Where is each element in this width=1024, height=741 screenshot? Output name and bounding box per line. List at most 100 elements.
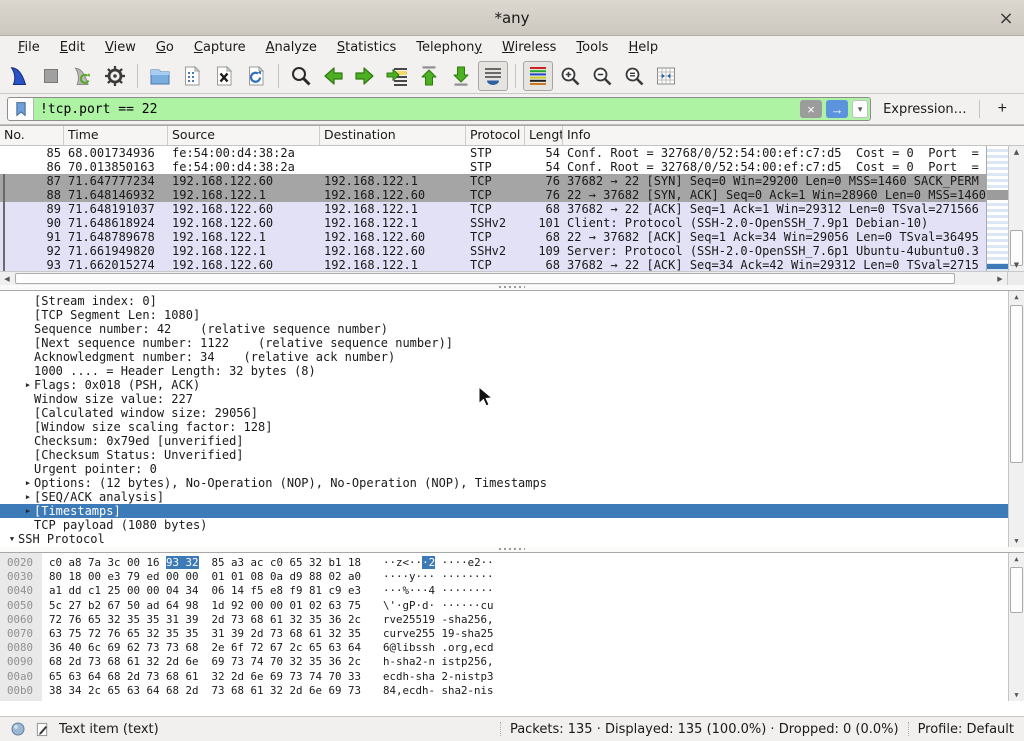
go-first-button[interactable]: [414, 61, 444, 91]
column-header-no[interactable]: No.: [0, 126, 64, 145]
intelligent-scrollbar-minimap[interactable]: [986, 146, 1008, 271]
hex-row[interactable]: 003080 18 00 e3 79 ed 00 00 01 01 08 0a …: [0, 570, 1024, 584]
menu-help[interactable]: Help: [618, 38, 668, 57]
detail-line[interactable]: [Window size scaling factor: 128]: [0, 420, 1024, 434]
scroll-down-arrow[interactable]: ▼: [1009, 689, 1024, 701]
detail-line[interactable]: Sequence number: 42 (relative sequence n…: [0, 322, 1024, 336]
scroll-left-arrow[interactable]: ◀: [0, 272, 14, 285]
find-packet-button[interactable]: [286, 61, 316, 91]
scroll-right-arrow[interactable]: ▶: [993, 272, 1007, 285]
hex-row[interactable]: 00b038 34 2c 65 63 64 68 2d 73 68 61 32 …: [0, 684, 1024, 698]
detail-line[interactable]: [Checksum Status: Unverified]: [0, 448, 1024, 462]
start-capture-button[interactable]: [4, 61, 34, 91]
expand-right-icon[interactable]: ▶: [22, 476, 34, 490]
zoom-in-button[interactable]: [555, 61, 585, 91]
hex-row[interactable]: 007063 75 72 76 65 32 35 35 31 39 2d 73 …: [0, 627, 1024, 641]
detail-line[interactable]: [Calculated window size: 29056]: [0, 406, 1024, 420]
detail-line[interactable]: ▶[Timestamps]: [0, 504, 1024, 518]
packet-row-89[interactable]: 8971.648191037192.168.122.60192.168.122.…: [0, 202, 1024, 216]
scroll-down-arrow[interactable]: ▼: [1009, 259, 1024, 271]
scroll-thumb[interactable]: [1010, 305, 1023, 463]
detail-line[interactable]: [TCP Segment Len: 1080]: [0, 308, 1024, 322]
menu-tools[interactable]: Tools: [566, 38, 618, 57]
close-window-button[interactable]: ×: [995, 7, 1017, 29]
detail-line[interactable]: ▼SSH Protocol: [0, 532, 1024, 546]
expert-info-icon[interactable]: [10, 721, 26, 737]
go-back-button[interactable]: [318, 61, 348, 91]
detail-line[interactable]: ▶Options: (12 bytes), No-Operation (NOP)…: [0, 476, 1024, 490]
menu-edit[interactable]: Edit: [50, 38, 95, 57]
scroll-up-arrow[interactable]: ▲: [1009, 291, 1024, 303]
hex-row[interactable]: 00505c 27 b2 67 50 ad 64 98 1d 92 00 00 …: [0, 599, 1024, 613]
resize-columns-button[interactable]: [651, 61, 681, 91]
expand-right-icon[interactable]: ▶: [22, 504, 34, 518]
detail-line[interactable]: Acknowledgment number: 34 (relative ack …: [0, 350, 1024, 364]
filter-bookmark-button[interactable]: [8, 98, 34, 120]
packet-row-93[interactable]: 9371.662015274192.168.122.60192.168.122.…: [0, 258, 1024, 272]
detail-line[interactable]: Checksum: 0x79ed [unverified]: [0, 434, 1024, 448]
packet-row-90[interactable]: 9071.648618924192.168.122.60192.168.122.…: [0, 216, 1024, 230]
scroll-up-arrow[interactable]: ▲: [1009, 553, 1024, 565]
expand-right-icon[interactable]: ▶: [22, 490, 34, 504]
expand-right-icon[interactable]: ▶: [22, 378, 34, 392]
column-header-length[interactable]: Length: [525, 126, 563, 145]
auto-scroll-button[interactable]: [478, 61, 508, 91]
hex-row[interactable]: 0020c0 a8 7a 3c 00 16 93 32 85 a3 ac c0 …: [0, 556, 1024, 570]
reload-file-button[interactable]: [241, 61, 271, 91]
hex-row[interactable]: 006072 76 65 32 35 35 31 39 2d 73 68 61 …: [0, 613, 1024, 627]
save-file-button[interactable]: [177, 61, 207, 91]
hex-row[interactable]: 0040a1 dd c1 25 00 00 04 34 06 14 f5 e8 …: [0, 584, 1024, 598]
menu-view[interactable]: View: [95, 38, 146, 57]
filter-dropdown-button[interactable]: ▾: [852, 100, 868, 118]
scroll-up-arrow[interactable]: ▲: [1009, 146, 1024, 158]
packet-row-92[interactable]: 9271.661949820192.168.122.1192.168.122.6…: [0, 244, 1024, 258]
detail-line[interactable]: 1000 .... = Header Length: 32 bytes (8): [0, 364, 1024, 378]
open-file-button[interactable]: [145, 61, 175, 91]
column-header-protocol[interactable]: Protocol: [466, 126, 525, 145]
hex-row[interactable]: 008036 40 6c 69 62 73 73 68 2e 6f 72 67 …: [0, 641, 1024, 655]
hex-row[interactable]: 009068 2d 73 68 61 32 2d 6e 69 73 74 70 …: [0, 655, 1024, 669]
filter-clear-button[interactable]: ×: [800, 100, 822, 118]
detail-line[interactable]: ▶Flags: 0x018 (PSH, ACK): [0, 378, 1024, 392]
packet-row-85[interactable]: 8568.001734936fe:54:00:d4:38:2aSTP54Conf…: [0, 146, 1024, 160]
close-file-button[interactable]: [209, 61, 239, 91]
hscroll-track[interactable]: [14, 272, 993, 285]
packet-row-88[interactable]: 8871.648146932192.168.122.1192.168.122.6…: [0, 188, 1024, 202]
column-header-time[interactable]: Time: [64, 126, 168, 145]
colorize-button[interactable]: [523, 61, 553, 91]
menu-capture[interactable]: Capture: [184, 38, 256, 57]
hscroll-thumb[interactable]: [15, 273, 955, 284]
capture-options-button[interactable]: [100, 61, 130, 91]
detail-line[interactable]: TCP payload (1080 bytes): [0, 518, 1024, 532]
detail-line[interactable]: [Next sequence number: 1122 (relative se…: [0, 336, 1024, 350]
column-header-source[interactable]: Source: [168, 126, 320, 145]
expression-button[interactable]: Expression…: [879, 102, 971, 117]
menu-file[interactable]: File: [8, 38, 50, 57]
detail-line[interactable]: ▶[SEQ/ACK analysis]: [0, 490, 1024, 504]
display-filter-input[interactable]: [34, 98, 798, 120]
detail-line[interactable]: [Stream index: 0]: [0, 294, 1024, 308]
detail-line[interactable]: Window size value: 227: [0, 392, 1024, 406]
zoom-reset-button[interactable]: [619, 61, 649, 91]
packet-row-87[interactable]: 8771.647777234192.168.122.60192.168.122.…: [0, 174, 1024, 188]
profile-status[interactable]: Profile: Default: [918, 722, 1014, 737]
detail-vscrollbar[interactable]: ▲ ▼: [1008, 291, 1024, 547]
go-last-button[interactable]: [446, 61, 476, 91]
column-header-info[interactable]: Info: [563, 126, 1024, 145]
hex-row[interactable]: 00a065 63 64 68 2d 73 68 61 32 2d 6e 69 …: [0, 670, 1024, 684]
packet-row-86[interactable]: 8670.013850163fe:54:00:d4:38:2aSTP54Conf…: [0, 160, 1024, 174]
menu-statistics[interactable]: Statistics: [327, 38, 406, 57]
column-header-destination[interactable]: Destination: [320, 126, 466, 145]
capture-comment-icon[interactable]: [35, 722, 50, 737]
detail-line[interactable]: Urgent pointer: 0: [0, 462, 1024, 476]
zoom-out-button[interactable]: [587, 61, 617, 91]
menu-wireless[interactable]: Wireless: [492, 38, 566, 57]
restart-capture-button[interactable]: [68, 61, 98, 91]
packet-list-vscrollbar[interactable]: ▲ ▼: [1008, 146, 1024, 271]
add-filter-button[interactable]: +: [988, 100, 1017, 118]
menu-telephony[interactable]: Telephony: [406, 38, 492, 57]
menu-analyze[interactable]: Analyze: [256, 38, 327, 57]
scroll-down-arrow[interactable]: ▼: [1009, 535, 1024, 547]
packet-row-91[interactable]: 9171.648789678192.168.122.1192.168.122.6…: [0, 230, 1024, 244]
go-forward-button[interactable]: [350, 61, 380, 91]
